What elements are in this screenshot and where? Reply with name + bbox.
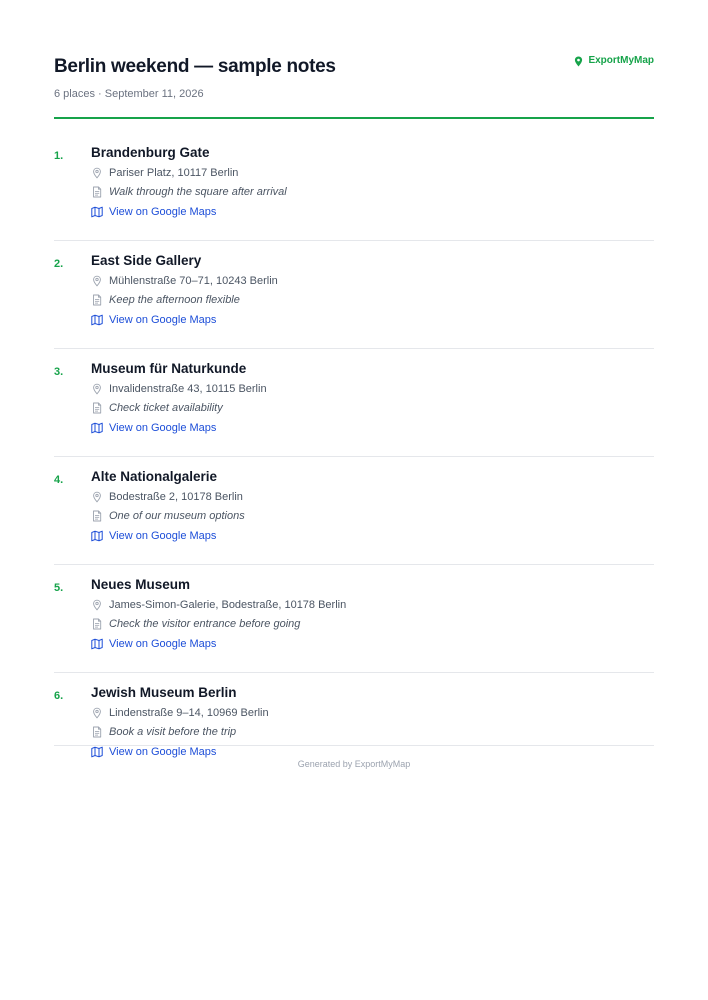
view-on-google-maps-link[interactable]: View on Google Maps xyxy=(109,204,216,220)
place-address: Mühlenstraße 70–71, 10243 Berlin xyxy=(109,275,278,287)
place-name: Neues Museum xyxy=(91,577,191,592)
map-icon xyxy=(91,530,103,542)
place-item: 4. Alte Nationalgalerie Bodestraße 2, 10… xyxy=(54,468,654,565)
location-pin-icon xyxy=(93,383,101,395)
page-title: Berlin weekend — sample notes xyxy=(54,56,336,77)
location-pin-icon xyxy=(93,491,101,503)
place-note: Walk through the square after arrival xyxy=(109,186,287,198)
place-note: One of our museum options xyxy=(109,510,245,522)
place-note-row: One of our museum options xyxy=(91,508,654,524)
place-link-row: View on Google Maps xyxy=(91,204,654,220)
place-number: 2. xyxy=(54,258,64,270)
brand-name: ExportMyMap xyxy=(588,55,654,66)
document-icon xyxy=(93,294,102,306)
place-address: Pariser Platz, 10117 Berlin xyxy=(109,167,239,179)
place-note-row: Walk through the square after arrival xyxy=(91,184,654,200)
place-note: Check the visitor entrance before going xyxy=(109,618,301,630)
document-icon xyxy=(93,186,102,198)
place-note: Book a visit before the trip xyxy=(109,726,237,738)
map-icon xyxy=(91,206,103,218)
map-icon xyxy=(91,638,103,650)
place-link-row: View on Google Maps xyxy=(91,636,654,652)
page-subtitle: 6 places · September 11, 2026 xyxy=(54,88,204,100)
place-address-row: Mühlenstraße 70–71, 10243 Berlin xyxy=(91,273,654,289)
document-icon xyxy=(93,510,102,522)
place-address-row: Invalidenstraße 43, 10115 Berlin xyxy=(91,381,654,397)
brand-link[interactable]: ExportMyMap xyxy=(574,54,654,68)
location-pin-icon xyxy=(93,167,101,179)
place-item: 1. Brandenburg Gate Pariser Platz, 10117… xyxy=(54,144,654,241)
place-name: East Side Gallery xyxy=(91,253,202,268)
place-link-row: View on Google Maps xyxy=(91,312,654,328)
map-icon xyxy=(91,422,103,434)
place-number: 6. xyxy=(54,690,64,702)
document-footer: Generated by ExportMyMap xyxy=(54,745,654,770)
place-address: Invalidenstraße 43, 10115 Berlin xyxy=(109,383,267,395)
place-link-row: View on Google Maps xyxy=(91,420,654,436)
document-icon xyxy=(93,402,102,414)
location-pin-icon xyxy=(93,599,101,611)
map-pin-icon xyxy=(575,56,583,66)
place-note-row: Check the visitor entrance before going xyxy=(91,616,654,632)
place-number: 5. xyxy=(54,582,64,594)
location-pin-icon xyxy=(93,707,101,719)
view-on-google-maps-link[interactable]: View on Google Maps xyxy=(109,312,216,328)
place-name: Jewish Museum Berlin xyxy=(91,685,237,700)
view-on-google-maps-link[interactable]: View on Google Maps xyxy=(109,636,216,652)
view-on-google-maps-link[interactable]: View on Google Maps xyxy=(109,528,216,544)
place-number: 3. xyxy=(54,366,64,378)
place-note: Keep the afternoon flexible xyxy=(109,294,240,306)
place-item: 3. Museum für Naturkunde Invalidenstraße… xyxy=(54,360,654,457)
footer-text: Generated by ExportMyMap xyxy=(297,759,411,769)
map-icon xyxy=(91,314,103,326)
place-address-row: Pariser Platz, 10117 Berlin xyxy=(91,165,654,181)
place-note-row: Keep the afternoon flexible xyxy=(91,292,654,308)
place-address: Lindenstraße 9–14, 10969 Berlin xyxy=(109,707,269,719)
place-note-row: Book a visit before the trip xyxy=(91,724,654,740)
place-address-row: Bodestraße 2, 10178 Berlin xyxy=(91,489,654,505)
place-number: 4. xyxy=(54,474,64,486)
place-address: Bodestraße 2, 10178 Berlin xyxy=(109,491,243,503)
place-note: Check ticket availability xyxy=(109,402,223,414)
place-item: 2. East Side Gallery Mühlenstraße 70–71,… xyxy=(54,252,654,349)
place-name: Alte Nationalgalerie xyxy=(91,469,218,484)
place-number: 1. xyxy=(54,150,64,162)
location-pin-icon xyxy=(93,275,101,287)
place-address: James-Simon-Galerie, Bodestraße, 10178 B… xyxy=(109,599,347,611)
place-address-row: Lindenstraße 9–14, 10969 Berlin xyxy=(91,705,654,721)
place-address-row: James-Simon-Galerie, Bodestraße, 10178 B… xyxy=(91,597,654,613)
document-icon xyxy=(93,726,102,738)
page: Berlin weekend — sample notes 6 places ·… xyxy=(0,0,708,1000)
view-on-google-maps-link[interactable]: View on Google Maps xyxy=(109,420,216,436)
places-list: 1. Brandenburg Gate Pariser Platz, 10117… xyxy=(54,144,654,781)
place-item: 5. Neues Museum James-Simon-Galerie, Bod… xyxy=(54,576,654,673)
place-link-row: View on Google Maps xyxy=(91,528,654,544)
document-header: Berlin weekend — sample notes 6 places ·… xyxy=(54,54,654,119)
document-icon xyxy=(93,618,102,630)
place-note-row: Check ticket availability xyxy=(91,400,654,416)
place-name: Brandenburg Gate xyxy=(91,145,210,160)
place-name: Museum für Naturkunde xyxy=(91,361,247,376)
